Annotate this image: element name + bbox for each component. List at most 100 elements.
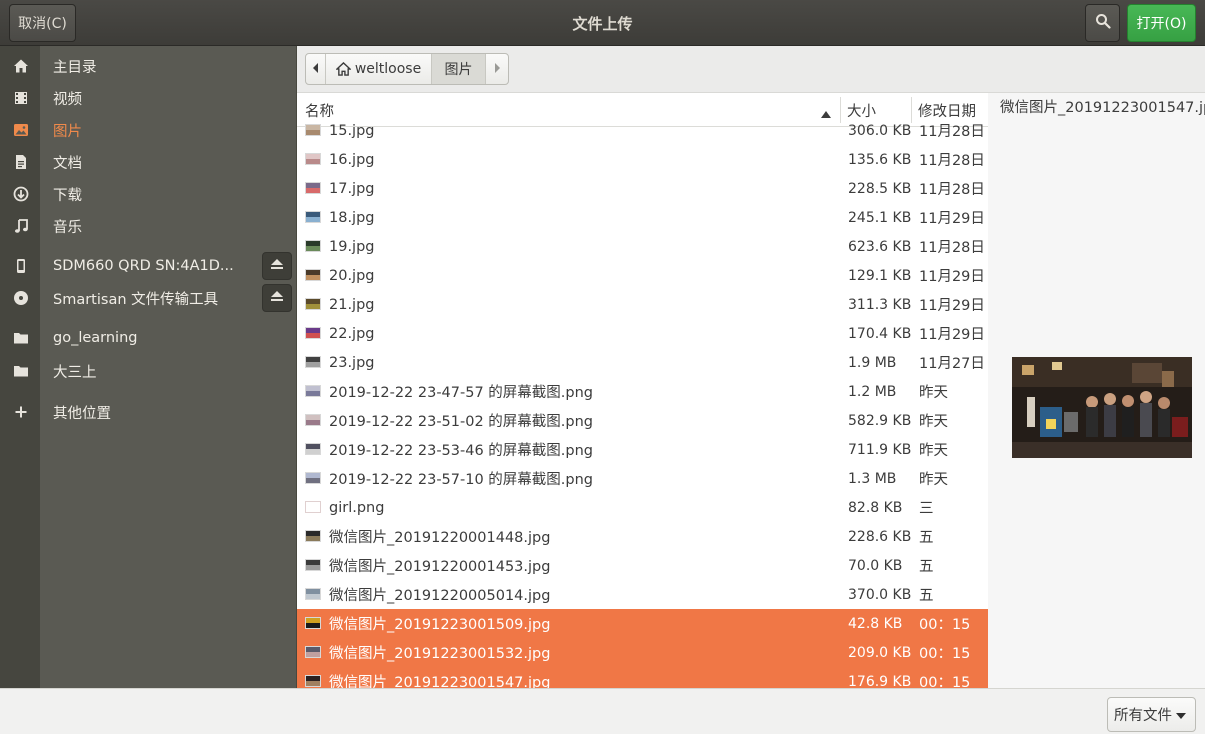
file-size-cell: 1.9 MB — [848, 354, 897, 371]
file-date-cell: 五 — [919, 559, 934, 575]
file-thumbnail-icon — [305, 588, 321, 600]
file-name-cell: 2019-12-22 23-51-02 的屏幕截图.png — [329, 414, 594, 430]
file-date-cell: 11月29日 — [919, 327, 985, 343]
table-row[interactable]: 微信图片_20191223001509.jpg 42.8 KB 00：15 — [297, 609, 988, 638]
home-icon — [335, 62, 351, 76]
path-scroll-right-button[interactable] — [486, 54, 508, 84]
sidebar-item-label: go_learning — [53, 330, 138, 346]
file-name-cell: 18.jpg — [329, 209, 375, 226]
file-date-cell: 00：15 — [919, 617, 971, 633]
sidebar-item-label: 图片 — [53, 123, 82, 140]
file-thumbnail-icon — [305, 559, 321, 571]
file-size-cell: 176.9 KB — [848, 673, 912, 689]
table-row[interactable]: 2019-12-22 23-47-57 的屏幕截图.png 1.2 MB 昨天 — [297, 377, 988, 406]
table-row[interactable]: 20.jpg 129.1 KB 11月29日 — [297, 261, 988, 290]
table-row[interactable]: 2019-12-22 23-51-02 的屏幕截图.png 582.9 KB 昨天 — [297, 406, 988, 435]
table-row[interactable]: 18.jpg 245.1 KB 11月29日 — [297, 203, 988, 232]
table-row[interactable]: 微信图片_20191220001453.jpg 70.0 KB 五 — [297, 551, 988, 580]
file-date-cell: 昨天 — [919, 443, 948, 459]
pictures-icon — [12, 121, 30, 139]
music-icon — [12, 217, 30, 235]
file-thumbnail-icon — [305, 182, 321, 194]
file-type-filter-dropdown[interactable]: 所有文件 — [1107, 697, 1196, 732]
cancel-button[interactable]: 取消(C) — [9, 4, 76, 42]
file-name-cell: 15.jpg — [329, 122, 375, 139]
breadcrumb: weltloose 图片 — [305, 53, 509, 85]
dialog-title: 文件上传 — [572, 14, 633, 33]
sidebar-item-music[interactable]: 音乐 — [0, 210, 297, 242]
file-size-cell: 370.0 KB — [848, 586, 912, 603]
table-row[interactable]: 2019-12-22 23-57-10 的屏幕截图.png 1.3 MB 昨天 — [297, 464, 988, 493]
file-size-cell: 1.3 MB — [848, 470, 897, 487]
sidebar-item-bookmark-dasanshang[interactable]: 大三上 — [0, 355, 297, 387]
sidebar-item-videos[interactable]: 视频 — [0, 82, 297, 114]
file-thumbnail-icon — [305, 646, 321, 658]
path-scroll-left-button[interactable] — [306, 54, 326, 84]
file-name-cell: 23.jpg — [329, 354, 375, 371]
file-thumbnail-icon — [305, 385, 321, 397]
file-size-cell: 70.0 KB — [848, 557, 903, 574]
file-thumbnail-icon — [305, 356, 321, 368]
table-row[interactable]: 21.jpg 311.3 KB 11月29日 — [297, 290, 988, 319]
file-date-cell: 11月29日 — [919, 211, 985, 227]
plus-icon — [12, 403, 30, 421]
search-icon — [1095, 13, 1111, 33]
sidebar-item-home[interactable]: 主目录 — [0, 50, 297, 82]
sidebar-item-label: 文档 — [53, 155, 82, 172]
sidebar-item-bookmark-go-learning[interactable]: go_learning — [0, 322, 297, 354]
path-home-button[interactable]: weltloose — [326, 54, 432, 84]
file-thumbnail-icon — [305, 414, 321, 426]
table-row[interactable]: 微信图片_20191223001532.jpg 209.0 KB 00：15 — [297, 638, 988, 667]
file-thumbnail-icon — [305, 153, 321, 165]
file-name-cell: 20.jpg — [329, 267, 375, 284]
file-size-cell: 311.3 KB — [848, 296, 912, 313]
sidebar-item-device-smartisan[interactable]: Smartisan 文件传输工具 — [0, 282, 297, 314]
file-thumbnail-icon — [305, 530, 321, 542]
table-row[interactable]: 微信图片_20191220001448.jpg 228.6 KB 五 — [297, 522, 988, 551]
sidebar-item-label: 其他位置 — [53, 405, 111, 422]
file-thumbnail-icon — [305, 327, 321, 339]
table-row[interactable]: 15.jpg 306.0 KB 11月28日 — [297, 116, 988, 145]
file-name-cell: 16.jpg — [329, 151, 375, 168]
table-row[interactable]: 22.jpg 170.4 KB 11月29日 — [297, 319, 988, 348]
file-name-cell: 22.jpg — [329, 325, 375, 342]
file-thumbnail-icon — [305, 443, 321, 455]
table-row[interactable]: 微信图片_20191223001547.jpg 176.9 KB 00：15 — [297, 667, 988, 688]
file-date-cell: 11月29日 — [919, 269, 985, 285]
table-row[interactable]: 17.jpg 228.5 KB 11月28日 — [297, 174, 988, 203]
file-size-cell: 623.6 KB — [848, 238, 912, 255]
sidebar-item-device-phone[interactable]: SDM660 QRD SN:4A1D... — [0, 250, 297, 282]
file-name-cell: 微信图片_20191223001547.jpg — [329, 675, 551, 688]
file-thumbnail-icon — [305, 240, 321, 252]
eject-button[interactable] — [262, 284, 292, 312]
file-thumbnail-icon — [305, 211, 321, 223]
table-row[interactable]: 23.jpg 1.9 MB 11月27日 — [297, 348, 988, 377]
file-list[interactable]: 名称 大小 修改日期 15.jpg 306.0 KB 11月28日 16.jpg 135… — [297, 93, 988, 688]
eject-button[interactable] — [262, 252, 292, 280]
open-button[interactable]: 打开(O) — [1127, 4, 1196, 42]
home-icon — [12, 57, 30, 75]
table-row[interactable]: 微信图片_20191220005014.jpg 370.0 KB 五 — [297, 580, 988, 609]
file-size-cell: 582.9 KB — [848, 412, 912, 429]
sidebar-item-downloads[interactable]: 下载 — [0, 178, 297, 210]
sidebar-item-pictures[interactable]: 图片 — [0, 114, 297, 146]
preview-pane: 微信图片_20191223001547.jpg — [988, 93, 1205, 688]
file-date-cell: 11月28日 — [919, 153, 985, 169]
table-row[interactable]: 16.jpg 135.6 KB 11月28日 — [297, 145, 988, 174]
table-row[interactable]: 2019-12-22 23-53-46 的屏幕截图.png 711.9 KB 昨天 — [297, 435, 988, 464]
sidebar-item-other-locations[interactable]: 其他位置 — [0, 396, 297, 428]
file-date-cell: 11月27日 — [919, 356, 985, 372]
sidebar-item-documents[interactable]: 文档 — [0, 146, 297, 178]
file-size-cell: 129.1 KB — [848, 267, 912, 284]
file-size-cell: 245.1 KB — [848, 209, 912, 226]
file-date-cell: 昨天 — [919, 385, 948, 401]
search-button[interactable] — [1085, 4, 1120, 42]
table-row[interactable]: girl.png 82.8 KB 三 — [297, 493, 988, 522]
file-name-cell: 微信图片_20191220005014.jpg — [329, 588, 551, 604]
download-icon — [12, 185, 30, 203]
file-size-cell: 228.6 KB — [848, 528, 912, 545]
table-row[interactable]: 19.jpg 623.6 KB 11月28日 — [297, 232, 988, 261]
file-size-cell: 82.8 KB — [848, 499, 903, 516]
path-current-button[interactable]: 图片 — [432, 54, 486, 84]
file-date-cell: 11月29日 — [919, 298, 985, 314]
